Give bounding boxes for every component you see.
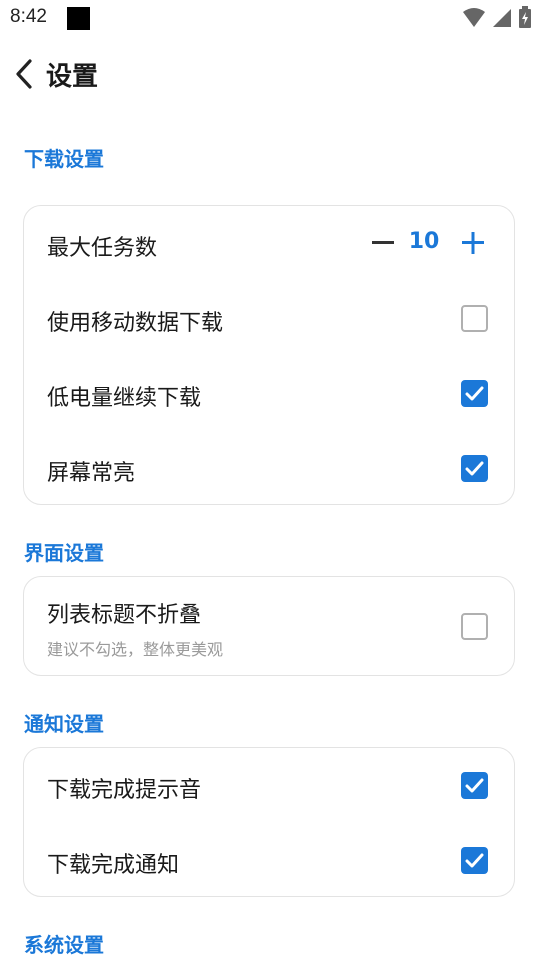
status-bar: 8:42 [0, 0, 540, 36]
max-tasks-stepper: 10 [368, 228, 488, 258]
low-battery-row[interactable]: 低电量继续下载 [24, 356, 514, 431]
battery-icon [519, 6, 531, 28]
status-time: 8:42 [10, 6, 47, 27]
section-title-system: 系统设置 [24, 933, 104, 957]
screen-on-row[interactable]: 屏幕常亮 [24, 431, 514, 506]
low-battery-label: 低电量继续下载 [47, 386, 202, 411]
mobile-data-label: 使用移动数据下载 [47, 311, 224, 336]
no-fold-row[interactable]: 列表标题不折叠 建议不勾选，整体更美观 [24, 577, 514, 677]
signal-icon [492, 9, 511, 27]
screen-on-label: 屏幕常亮 [47, 461, 136, 486]
section-title-notification: 通知设置 [24, 712, 104, 736]
notify-label: 下载完成通知 [47, 853, 180, 878]
notify-row[interactable]: 下载完成通知 [24, 823, 514, 898]
screen-on-checkbox[interactable] [461, 455, 488, 482]
sound-label: 下载完成提示音 [47, 778, 202, 803]
sound-checkbox[interactable] [461, 772, 488, 799]
max-tasks-label: 最大任务数 [47, 236, 158, 261]
check-icon [465, 461, 484, 476]
app-bar: 设置 [0, 52, 540, 98]
mobile-data-checkbox[interactable] [461, 305, 488, 332]
check-icon [465, 386, 484, 401]
no-fold-checkbox[interactable] [461, 613, 488, 640]
back-button[interactable] [6, 54, 42, 94]
wifi-icon [462, 8, 485, 27]
check-icon [465, 853, 484, 868]
minus-icon[interactable] [368, 228, 398, 258]
low-battery-checkbox[interactable] [461, 380, 488, 407]
status-icons [462, 6, 532, 30]
section-title-interface: 界面设置 [24, 541, 104, 565]
sound-row[interactable]: 下载完成提示音 [24, 748, 514, 823]
mobile-data-row[interactable]: 使用移动数据下载 [24, 281, 514, 356]
notification-settings-card: 下载完成提示音 下载完成通知 [23, 747, 515, 897]
max-tasks-value: 10 [408, 229, 440, 254]
chevron-left-icon [16, 59, 32, 89]
no-fold-subtitle: 建议不勾选，整体更美观 [47, 640, 224, 659]
check-icon [465, 778, 484, 793]
notification-icon [67, 7, 90, 30]
notify-checkbox[interactable] [461, 847, 488, 874]
plus-icon[interactable] [458, 228, 488, 258]
section-title-download: 下载设置 [24, 147, 104, 171]
download-settings-card: 最大任务数 10 使用移动数据下载 低电量继续下载 屏幕常亮 [23, 205, 515, 505]
page-title: 设置 [46, 62, 99, 92]
max-tasks-row: 最大任务数 10 [24, 206, 514, 281]
interface-settings-card: 列表标题不折叠 建议不勾选，整体更美观 [23, 576, 515, 676]
no-fold-label: 列表标题不折叠 [47, 603, 202, 628]
